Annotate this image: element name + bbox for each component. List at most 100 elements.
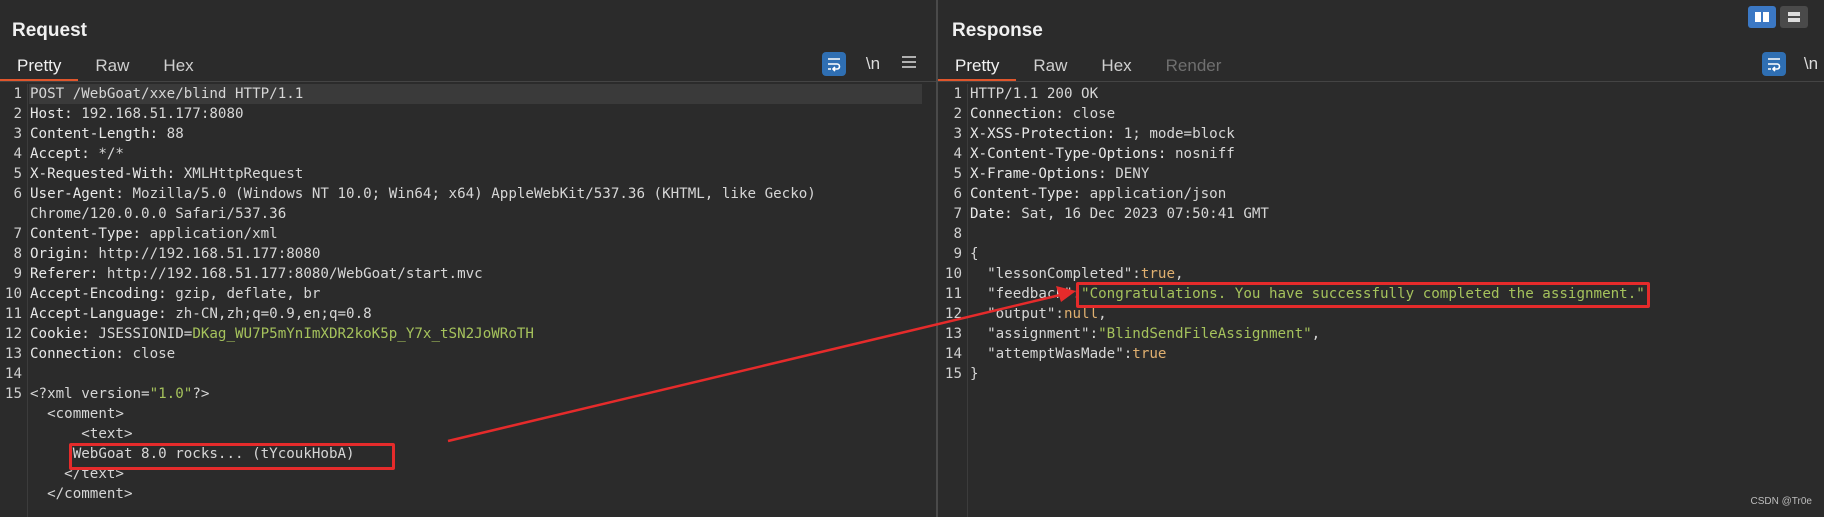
code-token: ?> (192, 386, 210, 402)
code-line: Cookie: JSESSIONID=DKag_WU7P5mYnImXDR2ko… (30, 324, 534, 344)
code-token: true (1132, 346, 1167, 362)
line-number: 10 (4, 286, 22, 302)
code-line: "attemptWasMade":true (970, 344, 1166, 364)
code-token: <text> (30, 426, 133, 442)
code-token: X-XSS-Protection: (970, 126, 1124, 142)
code-line: "feedback":"Congratulations. You have su… (970, 284, 1653, 304)
code-line: <comment> (30, 404, 124, 424)
line-number (0, 404, 22, 424)
code-token: POST /WebGoat/xxe/blind HTTP/1.1 (30, 86, 304, 102)
code-line: X-Content-Type-Options: nosniff (970, 144, 1235, 164)
code-token: gzip, deflate, br (175, 286, 321, 302)
code-line: Content-Type: application/json (970, 184, 1226, 204)
tab-pretty[interactable]: Pretty (0, 54, 79, 82)
line-number: 12 (4, 326, 22, 342)
request-tabs: Pretty Raw Hex (0, 54, 211, 82)
code-token: application/json (1089, 186, 1227, 202)
code-token: http://192.168.51.177:8080 (98, 246, 321, 262)
code-token: "output": (970, 306, 1064, 322)
code-token: 1; mode=block (1123, 126, 1235, 142)
line-number: 3 (13, 126, 22, 142)
code-token: null (1063, 306, 1099, 322)
tab-hex[interactable]: Hex (146, 54, 210, 82)
code-token: Accept-Encoding: (30, 286, 176, 302)
code-token: Referer: (30, 266, 107, 282)
code-token: Chrome/120.0.0.0 Safari/537.36 (30, 206, 287, 222)
line-number: 14 (944, 346, 962, 362)
code-token: "attemptWasMade": (970, 346, 1133, 362)
line-number: 5 (953, 166, 962, 182)
code-token: X-Content-Type-Options: (970, 146, 1175, 162)
line-number: 8 (953, 226, 962, 242)
side-by-side-layout-icon[interactable] (1748, 6, 1776, 28)
line-number: 11 (4, 306, 22, 322)
code-token: { (970, 246, 979, 262)
newline-toggle[interactable]: \n (1800, 52, 1822, 76)
code-token: , (1311, 326, 1321, 342)
code-line: <?xml version="1.0"?> (30, 384, 209, 404)
line-number (0, 484, 22, 504)
code-token: DKag_WU7P5mYnImXDR2koK5p_Y7x_tSN2JoWRoTH (192, 326, 534, 342)
wrap-lines-icon[interactable] (1762, 52, 1786, 76)
code-token: Connection: (970, 106, 1073, 122)
response-editor[interactable]: 1 2 3 4 5 6 7 8 9 10 11 12 13 14 15 HTTP/1.1 200 OK Con… (938, 84, 1824, 517)
code-token: } (970, 366, 979, 382)
code-token: DENY (1115, 166, 1150, 182)
line-number: 10 (944, 266, 962, 282)
tabs-separator (938, 81, 1824, 82)
line-number (0, 464, 22, 484)
code-token: Content-Type: (30, 226, 150, 242)
code-token: </comment> (30, 486, 133, 502)
code-line: X-Requested-With: XMLHttpRequest (30, 164, 303, 184)
code-token: , (1175, 266, 1184, 282)
line-number: 8 (13, 246, 22, 262)
line-number: 15 (944, 366, 962, 382)
watermark: CSDN @Tr0e (1750, 496, 1812, 507)
line-number-gutter: 1 2 3 4 5 6 7 8 9 10 11 12 13 14 15 (0, 84, 28, 517)
tab-raw[interactable]: Raw (78, 54, 146, 82)
request-editor[interactable]: 1 2 3 4 5 6 7 8 9 10 11 12 13 14 15 POST /WebGoat/xxe/… (0, 84, 936, 517)
code-line: Accept-Encoding: gzip, deflate, br (30, 284, 320, 304)
line-number: 7 (953, 206, 962, 222)
code-line: } (970, 364, 979, 384)
code-token: true (1140, 266, 1176, 282)
code-line: Referer: http://192.168.51.177:8080/WebG… (30, 264, 483, 284)
line-number: 9 (953, 246, 962, 262)
code-line: <text> (30, 424, 133, 444)
line-number-gutter: 1 2 3 4 5 6 7 8 9 10 11 12 13 14 15 (938, 84, 968, 517)
response-pane: Response Pretty Raw Hex Render \n 123456… (938, 0, 1824, 517)
response-title: Response (952, 20, 1043, 41)
code-token: Origin: (30, 246, 99, 262)
hamburger-menu-icon[interactable] (898, 52, 920, 76)
tab-render: Render (1165, 56, 1222, 75)
code-token: <?xml version= (30, 386, 150, 402)
line-number: 1 (13, 86, 22, 102)
line-number: 9 (13, 266, 22, 282)
code-token: XMLHttpRequest (183, 166, 304, 182)
code-token: Date: (970, 206, 1022, 222)
code-line: Chrome/120.0.0.0 Safari/537.36 (30, 204, 286, 224)
request-title: Request (12, 20, 87, 41)
code-token: "assignment": (970, 326, 1099, 342)
code-line: "assignment":"BlindSendFileAssignment", (970, 324, 1320, 344)
code-line: Origin: http://192.168.51.177:8080 (30, 244, 320, 264)
code-line: HTTP/1.1 200 OK (970, 84, 1098, 104)
code-token: HTTP/1.1 200 OK (970, 86, 1099, 102)
stacked-layout-icon[interactable] (1780, 6, 1808, 28)
code-line: POST /WebGoat/xxe/blind HTTP/1.1 (30, 84, 303, 104)
line-number: 13 (944, 326, 962, 342)
code-token: , (1098, 306, 1107, 322)
code-token: */* (98, 146, 124, 162)
line-number: 4 (13, 146, 22, 162)
code-token: "Congratulations. You have successfully … (1081, 286, 1645, 302)
code-token: , (1644, 286, 1654, 302)
tab-pretty[interactable]: Pretty (938, 54, 1017, 82)
wrap-lines-icon[interactable] (822, 52, 846, 76)
code-token: </text> (30, 466, 124, 482)
code-line: Connection: close (30, 344, 175, 364)
tab-hex[interactable]: Hex (1084, 54, 1148, 82)
code-line: Accept-Language: zh-CN,zh;q=0.9,en;q=0.8 (30, 304, 372, 324)
line-number (0, 204, 22, 224)
newline-toggle[interactable]: \n (862, 52, 884, 76)
tab-raw[interactable]: Raw (1016, 54, 1084, 82)
